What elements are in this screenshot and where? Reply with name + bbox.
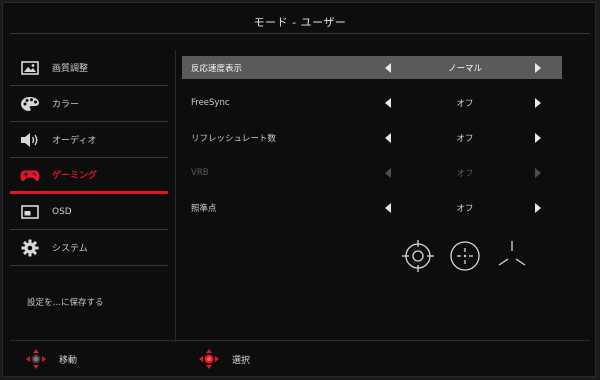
arrow-left-icon[interactable] [385,202,391,213]
footer-select: 選択 [198,348,250,370]
setting-name: リフレッシュレート数 [191,133,276,144]
setting-row-vrb: VRB オフ [182,161,562,184]
setting-row-crosshair[interactable]: 照準点 オフ [182,196,562,219]
save-settings-link[interactable]: 設定を…に保存する [27,296,104,308]
panel-divider [175,50,176,342]
arrow-right-icon [535,167,541,178]
footer-divider [10,340,590,341]
osd-window-icon [20,203,40,221]
crosshair-circle-icon[interactable] [400,238,436,274]
setting-row-refresh-rate[interactable]: リフレッシュレート数 オフ [182,126,562,149]
arrow-right-icon[interactable] [535,62,541,73]
gear-icon [20,239,40,257]
crosshair-dots-icon[interactable] [447,238,483,274]
sidebar-item-osd[interactable]: OSD [10,194,168,230]
arrow-left-icon[interactable] [385,132,391,143]
footer-select-label: 選択 [232,355,251,366]
sidebar-item-color[interactable]: カラー [10,86,168,122]
dpad-move-icon [25,348,47,370]
footer-move-label: 移動 [59,355,78,366]
footer-move: 移動 [25,348,77,370]
arrow-right-icon[interactable] [535,97,541,108]
sidebar-item-audio[interactable]: オーディオ [10,122,168,158]
setting-value: オフ [456,133,474,144]
gamepad-icon [20,166,40,184]
crosshair-tri-icon[interactable] [494,238,530,274]
sidebar-item-label: カラー [52,100,80,110]
setting-value: オフ [456,203,474,214]
setting-value: オフ [456,98,474,109]
osd-title: モード - ユーザー [253,16,347,29]
setting-value: ノーマル [447,63,482,74]
image-icon [20,59,40,77]
setting-name: FreeSync [191,97,230,108]
sidebar-item-label: システム [52,244,88,254]
setting-row-freesync[interactable]: FreeSync オフ [182,91,562,114]
sidebar-item-gaming[interactable]: ゲーミング [10,158,168,194]
sidebar-item-label: オーディオ [52,136,97,146]
title-divider [10,33,590,34]
setting-row-response-time[interactable]: 反応速度表示 ノーマル [182,56,562,79]
setting-name: 照準点 [191,203,217,214]
sidebar-item-label: ゲーミング [52,171,98,181]
dpad-select-icon [198,348,220,370]
speaker-icon [20,131,40,149]
setting-value: オフ [456,168,474,179]
palette-icon [20,95,40,113]
setting-name: 反応速度表示 [191,63,243,74]
gaming-settings-list: 反応速度表示 ノーマル FreeSync オフ リフレッシュレート数 オフ VR… [182,56,562,231]
arrow-left-icon [385,167,391,178]
setting-name: VRB [191,167,209,178]
sidebar-item-label: OSD [52,206,72,217]
sidebar-item-system[interactable]: システム [10,230,168,266]
arrow-right-icon[interactable] [535,202,541,213]
sidebar-item-label: 画質調整 [52,64,89,74]
sidebar: 画質調整 カラー オーディオ ゲーミング OSD システム [10,50,168,266]
arrow-right-icon[interactable] [535,132,541,143]
arrow-left-icon[interactable] [385,62,391,73]
arrow-left-icon[interactable] [385,97,391,108]
crosshair-options [400,238,530,274]
sidebar-item-picture[interactable]: 画質調整 [10,50,168,86]
